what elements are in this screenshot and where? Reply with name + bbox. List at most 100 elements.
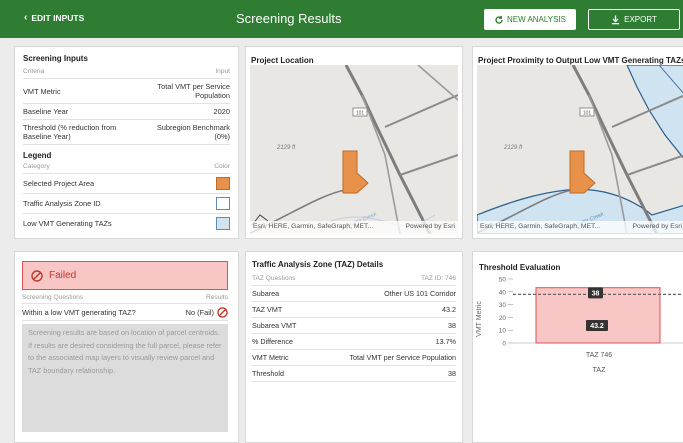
taz-row-taz-vmt: TAZ VMT 43.2 [252, 302, 456, 318]
value-label: 43.2 [590, 323, 604, 330]
y-tick-label: 40 [499, 289, 507, 296]
project-location-map[interactable]: 101 2129 ft Mettin Creek Esri, HERE, Gar… [250, 65, 458, 234]
edit-inputs-label: EDIT INPUTS [31, 12, 85, 23]
powered-by-esri[interactable]: Powered by Esri [633, 223, 683, 232]
powered-by-esri[interactable]: Powered by Esri [406, 223, 456, 232]
criteria-header: Criteria Input [23, 65, 230, 79]
legend-item-low-vmt: Low VMT Generating TAZs [23, 214, 230, 233]
download-icon [611, 15, 620, 24]
taz-label: VMT Metric [252, 353, 289, 362]
taz-questions-col: TAZ Questions [252, 275, 296, 282]
map-base: 101 2129 ft Mettin Creek [477, 65, 683, 234]
status-text: Failed [49, 270, 77, 281]
legend-swatch-white [216, 197, 230, 210]
legend-label: Selected Project Area [23, 179, 95, 188]
export-label: EXPORT [624, 15, 657, 24]
legend-label: Traffic Analysis Zone ID [23, 199, 101, 208]
y-tick-label: 10 [499, 328, 507, 335]
new-analysis-label: NEW ANALYSIS [507, 15, 566, 24]
legend-title: Legend [23, 151, 52, 160]
edit-inputs-button[interactable]: ‹ EDIT INPUTS [24, 12, 84, 23]
proximity-map[interactable]: 101 2129 ft Mettin Creek Esri, HERE, Gar… [477, 65, 683, 234]
map-attribution: Esri, HERE, Garmin, SafeGraph, MET... Po… [477, 221, 683, 234]
route-shield-label: 101 [583, 111, 592, 117]
y-tick-label: 0 [502, 341, 506, 348]
taz-details-title: Traffic Analysis Zone (TAZ) Details [252, 260, 384, 269]
screening-inputs-title: Screening Inputs [23, 54, 88, 63]
category-col: Category [23, 163, 50, 170]
low-vmt-proximity-panel: Project Proximity to Output Low VMT Gene… [472, 46, 683, 239]
input-row-vmt-metric: VMT Metric Total VMT per Service Populat… [23, 79, 230, 104]
taz-label: Subarea VMT [252, 321, 297, 330]
taz-value: 38 [448, 321, 456, 330]
centroid-note: Screening results are based on location … [22, 324, 228, 432]
y-axis-label: VMT Metric [476, 301, 483, 337]
map-attribution: Esri, HERE, Garmin, SafeGraph, MET... Po… [250, 221, 458, 234]
export-button[interactable]: EXPORT [588, 9, 680, 30]
elevation-label: 2129 ft [503, 145, 523, 151]
input-label: Baseline Year [23, 107, 69, 116]
answer-value: No (Fail) [185, 308, 214, 317]
status-badge: Failed [22, 261, 228, 290]
questions-header: Screening Questions Results [22, 294, 228, 304]
taz-value: Other US 101 Corridor [384, 289, 456, 298]
taz-details-panel: Traffic Analysis Zone (TAZ) Details TAZ … [245, 251, 463, 443]
screening-result-panel: Failed Screening Questions Results Withi… [14, 251, 239, 443]
y-tick-label: 20 [499, 315, 507, 322]
map-base: 101 2129 ft Mettin Creek [250, 65, 458, 234]
header-bar: ‹ EDIT INPUTS Screening Results NEW ANAL… [0, 0, 683, 38]
proximity-map-title: Project Proximity to Output Low VMT Gene… [478, 56, 683, 65]
category-label: TAZ 746 [586, 352, 612, 359]
project-location-title: Project Location [251, 56, 314, 65]
y-tick-label: 30 [499, 302, 507, 309]
question-label: Within a low VMT generating TAZ? [22, 308, 136, 317]
taz-row-subarea: Subarea Other US 101 Corridor [252, 286, 456, 302]
taz-header: TAZ Questions TAZ ID: 746 [252, 272, 456, 286]
criteria-col: Criteria [23, 68, 45, 75]
legend-item-taz-id: Traffic Analysis Zone ID [23, 194, 230, 214]
answer-cell: No (Fail) [186, 307, 228, 318]
legend-swatch-blue [216, 217, 230, 230]
new-analysis-button[interactable]: NEW ANALYSIS [484, 9, 576, 30]
input-label: VMT Metric [23, 86, 61, 96]
taz-row-vmt-metric: VMT Metric Total VMT per Service Populati… [252, 350, 456, 366]
elevation-label: 2129 ft [276, 145, 296, 151]
page-title: Screening Results [236, 11, 342, 26]
taz-label: Threshold [252, 369, 284, 378]
refresh-icon [495, 15, 503, 24]
taz-label: % Difference [252, 337, 294, 346]
taz-label: TAZ VMT [252, 305, 283, 314]
project-location-panel: Project Location 101 2129 ft Mettin Cree… [245, 46, 463, 239]
route-shield-label: 101 [356, 111, 365, 117]
prohibited-icon [217, 307, 228, 318]
legend-swatch-orange [216, 177, 230, 190]
question-row: Within a low VMT generating TAZ? No (Fai… [22, 307, 228, 321]
chart-title: Threshold Evaluation [479, 263, 561, 272]
input-row-baseline-year: Baseline Year 2020 [23, 104, 230, 120]
attribution-text: Esri, HERE, Garmin, SafeGraph, MET... [480, 223, 601, 230]
input-row-threshold: Threshold (% reduction from Baseline Yea… [23, 120, 230, 145]
input-value: Total VMT per Service Population [157, 82, 230, 100]
taz-value: Total VMT per Service Population [349, 353, 456, 362]
color-col: Color [214, 163, 230, 170]
attribution-text: Esri, HERE, Garmin, SafeGraph, MET... [253, 223, 374, 230]
threshold-chart: 50 40 30 20 10 0 VMT Metric TAZ 746 TAZ 38 43.… [476, 277, 683, 374]
taz-row-threshold: Threshold 38 [252, 366, 456, 382]
taz-value: 43.2 [442, 305, 456, 314]
y-tick-label: 50 [499, 277, 507, 284]
threshold-evaluation-panel: Threshold Evaluation 50 40 30 20 10 0 VMT Met… [472, 251, 683, 443]
taz-id: TAZ ID: 746 [420, 275, 456, 282]
threshold-label: 38 [592, 290, 600, 297]
taz-row-difference: % Difference 13.7% [252, 334, 456, 350]
legend-label: Low VMT Generating TAZs [23, 219, 112, 228]
taz-value: 13.7% [435, 337, 456, 346]
input-col: Input [215, 68, 230, 75]
input-value: 2020 [213, 107, 230, 116]
results-col: Results [206, 294, 228, 301]
input-value: Subregion Benchmark (0%) [156, 123, 230, 141]
taz-label: Subarea [252, 289, 280, 298]
taz-value: 38 [448, 369, 456, 378]
screening-inputs-panel: Screening Inputs Criteria Input VMT Metr… [14, 46, 239, 239]
questions-col: Screening Questions [22, 294, 84, 301]
input-label: Threshold (% reduction from Baseline Yea… [23, 123, 117, 141]
